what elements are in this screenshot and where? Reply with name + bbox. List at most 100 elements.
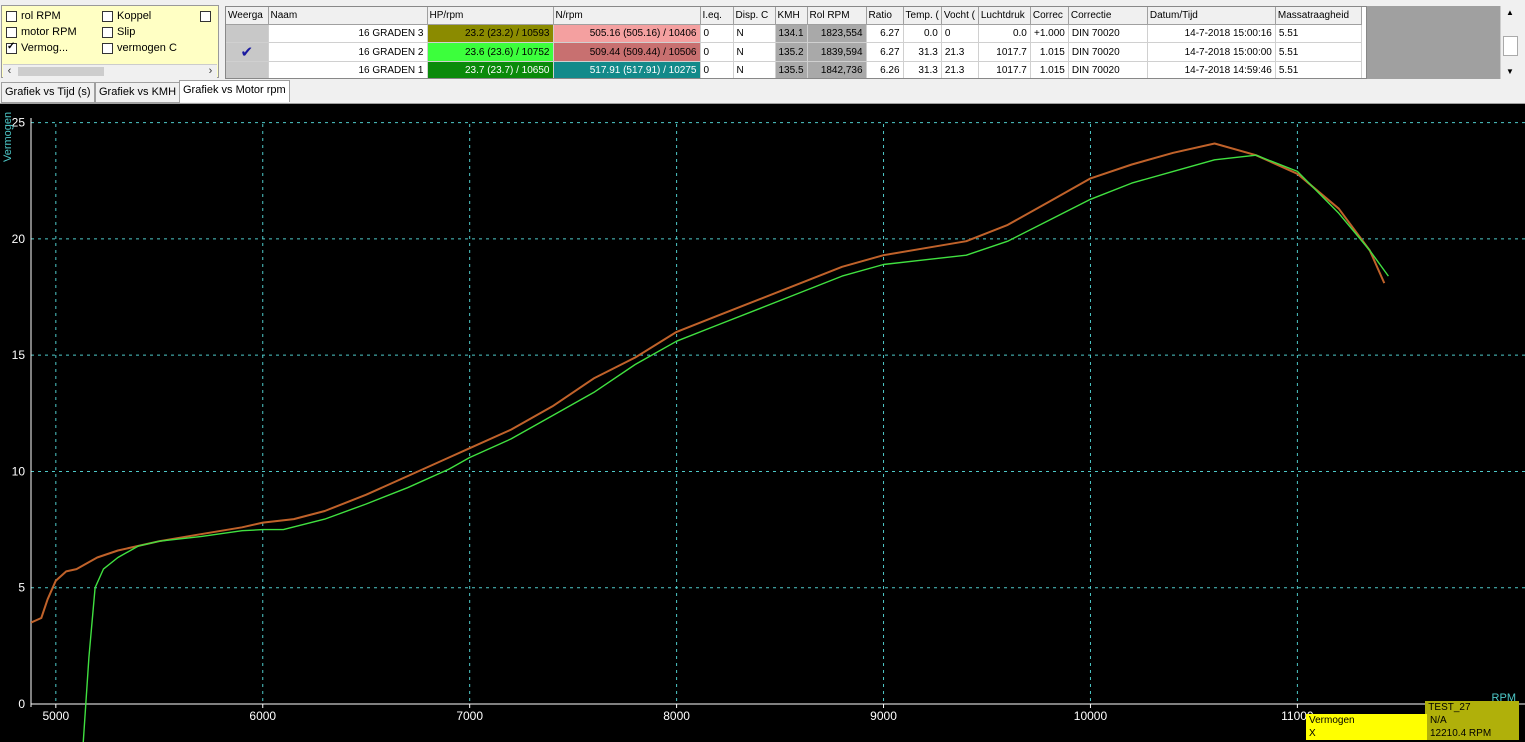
cell-datum: 14-7-2018 14:59:46 (1147, 61, 1276, 78)
top-panel: rol RPM Koppel motor RPM Slip Vermog... … (0, 0, 1525, 80)
y-tick-label: 20 (12, 232, 26, 246)
cell-correctie: DIN 70020 (1068, 24, 1148, 43)
cursor-legend: TEST_27 Vermogen N/A X 12210.4 RPM (1306, 701, 1519, 740)
column-header[interactable]: Disp. C (733, 7, 776, 25)
scroll-right-icon[interactable]: › (204, 65, 217, 78)
checkbox-label: Koppel (117, 10, 152, 22)
tab-grafiek-vs-tijd[interactable]: Grafiek vs Tijd (s) (1, 82, 95, 103)
checkbox-label: vermogen C (117, 42, 177, 54)
cell-vocht: 21.3 (941, 61, 979, 78)
scroll-thumb[interactable] (18, 67, 104, 76)
checkbox-box-checked[interactable] (6, 41, 17, 54)
column-header[interactable]: KMH (775, 7, 808, 25)
chart-background (0, 104, 1525, 742)
column-header[interactable]: Temp. ( (903, 7, 942, 25)
cell-check[interactable] (226, 24, 269, 43)
cell-kmh: 135.5 (775, 61, 808, 78)
cell-correc: 1.015 (1030, 42, 1069, 62)
cell-ieq: 0 (700, 61, 734, 78)
cell-massa: 5.51 (1275, 61, 1362, 78)
checkbox-koppel[interactable]: Koppel (102, 9, 151, 23)
x-tick-label: 7000 (456, 709, 483, 723)
channel-checkbox-panel: rol RPM Koppel motor RPM Slip Vermog... … (1, 5, 219, 78)
legend-test-name: TEST_27 (1425, 701, 1519, 714)
column-header[interactable]: I.eq. (700, 7, 734, 25)
table-row[interactable]: ✔ 16 GRADEN 2 23.6 (23.6) / 10752 509.44 (5… (226, 42, 1362, 62)
y-tick-label: 10 (12, 464, 26, 478)
scroll-left-icon[interactable]: ‹ (3, 65, 16, 78)
table-row[interactable]: 16 GRADEN 1 23.7 (23.7) / 10650 517.91 (51… (226, 61, 1362, 78)
checkbox-rol-rpm[interactable]: rol RPM (6, 9, 61, 23)
x-tick-label: 10000 (1074, 709, 1108, 723)
column-header[interactable]: HP/rpm (427, 7, 554, 25)
cell-ratio: 6.26 (866, 61, 904, 78)
cell-correctie: DIN 70020 (1068, 42, 1148, 62)
cell-ieq: 0 (700, 42, 734, 62)
x-tick-label: 6000 (249, 709, 276, 723)
cell-check[interactable] (226, 61, 269, 78)
checkbox-motor-rpm[interactable]: motor RPM (6, 25, 77, 39)
table-row[interactable]: 16 GRADEN 3 23.2 (23.2) / 10593 505.16 (50… (226, 24, 1362, 43)
column-header[interactable]: Vocht ( (941, 7, 979, 25)
runs-table: Weerga Naam HP/rpm N/rpm I.eq. Disp. C K… (225, 6, 1367, 79)
cell-check[interactable]: ✔ (226, 42, 269, 62)
cell-correctie: DIN 70020 (1068, 61, 1148, 78)
cell-name: 16 GRADEN 2 (268, 42, 428, 62)
cell-datum: 14-7-2018 15:00:00 (1147, 42, 1276, 62)
column-header[interactable]: Luchtdruk (978, 7, 1031, 25)
vertical-scrollbar[interactable]: ▲ ▼ (1500, 6, 1519, 79)
checkbox-label: motor RPM (21, 26, 77, 38)
cell-datum: 14-7-2018 15:00:16 (1147, 24, 1276, 43)
power-vs-rpm-chart[interactable]: 5000 6000 7000 8000 9000 10000 110000510152025… (0, 104, 1525, 742)
x-tick-label: 5000 (42, 709, 69, 723)
legend-x-label: X (1306, 727, 1427, 740)
checkbox-label: rol RPM (21, 10, 61, 22)
cell-lucht: 1017.7 (978, 61, 1031, 78)
cell-kmh: 135.2 (775, 42, 808, 62)
column-header[interactable]: Datum/Tijd (1147, 7, 1276, 25)
cell-massa: 5.51 (1275, 24, 1362, 43)
checkbox-vermogen[interactable]: Vermog... (6, 41, 68, 55)
checkbox-box[interactable] (102, 42, 113, 54)
horizontal-scrollbar[interactable]: ‹ › (3, 64, 217, 78)
checkbox-box[interactable] (6, 26, 17, 38)
cell-ieq: 0 (700, 24, 734, 43)
column-header[interactable]: Correctie (1068, 7, 1148, 25)
column-header[interactable]: Correc (1030, 7, 1069, 25)
cell-hp: 23.7 (23.7) / 10650 (427, 61, 554, 78)
column-header[interactable]: Weerga (226, 7, 269, 25)
cell-hp: 23.6 (23.6) / 10752 (427, 42, 554, 62)
cell-correc: +1.000 (1030, 24, 1069, 43)
table-header: Weerga Naam HP/rpm N/rpm I.eq. Disp. C K… (226, 7, 1362, 25)
column-header[interactable]: Massatraagheid (1275, 7, 1362, 25)
checkbox-unnamed[interactable] (200, 9, 215, 23)
cell-vocht: 21.3 (941, 42, 979, 62)
checkbox-vermogen-c[interactable]: vermogen C (102, 41, 177, 55)
cell-n: 505.16 (505.16) / 10406 (553, 24, 701, 43)
scroll-thumb[interactable] (1503, 36, 1518, 56)
cell-disp: N (733, 24, 776, 43)
checkbox-box[interactable] (102, 26, 113, 38)
scroll-down-icon[interactable]: ▼ (1501, 65, 1519, 79)
checkbox-box[interactable] (200, 10, 211, 22)
column-header[interactable]: Rol RPM (807, 7, 867, 25)
column-header[interactable]: Naam (268, 7, 428, 25)
tab-grafiek-vs-kmh[interactable]: Grafiek vs KMH (95, 82, 181, 103)
checkbox-box[interactable] (102, 10, 113, 22)
scroll-up-icon[interactable]: ▲ (1501, 6, 1519, 20)
y-tick-label: 15 (12, 348, 26, 362)
cell-massa: 5.51 (1275, 42, 1362, 62)
y-tick-label: 5 (18, 581, 25, 595)
cell-rol: 1842,736 (807, 61, 867, 78)
column-header[interactable]: Ratio (866, 7, 904, 25)
column-header[interactable]: N/rpm (553, 7, 701, 25)
checkbox-label: Vermog... (21, 42, 69, 54)
cell-lucht: 0.0 (978, 24, 1031, 43)
cell-correc: 1.015 (1030, 61, 1069, 78)
y-tick-label: 0 (18, 697, 25, 711)
cell-vocht: 0 (941, 24, 979, 43)
checkbox-box[interactable] (6, 10, 17, 22)
checkbox-slip[interactable]: Slip (102, 25, 135, 39)
x-tick-label: 9000 (870, 709, 897, 723)
tab-grafiek-vs-motor-rpm[interactable]: Grafiek vs Motor rpm (179, 80, 290, 102)
